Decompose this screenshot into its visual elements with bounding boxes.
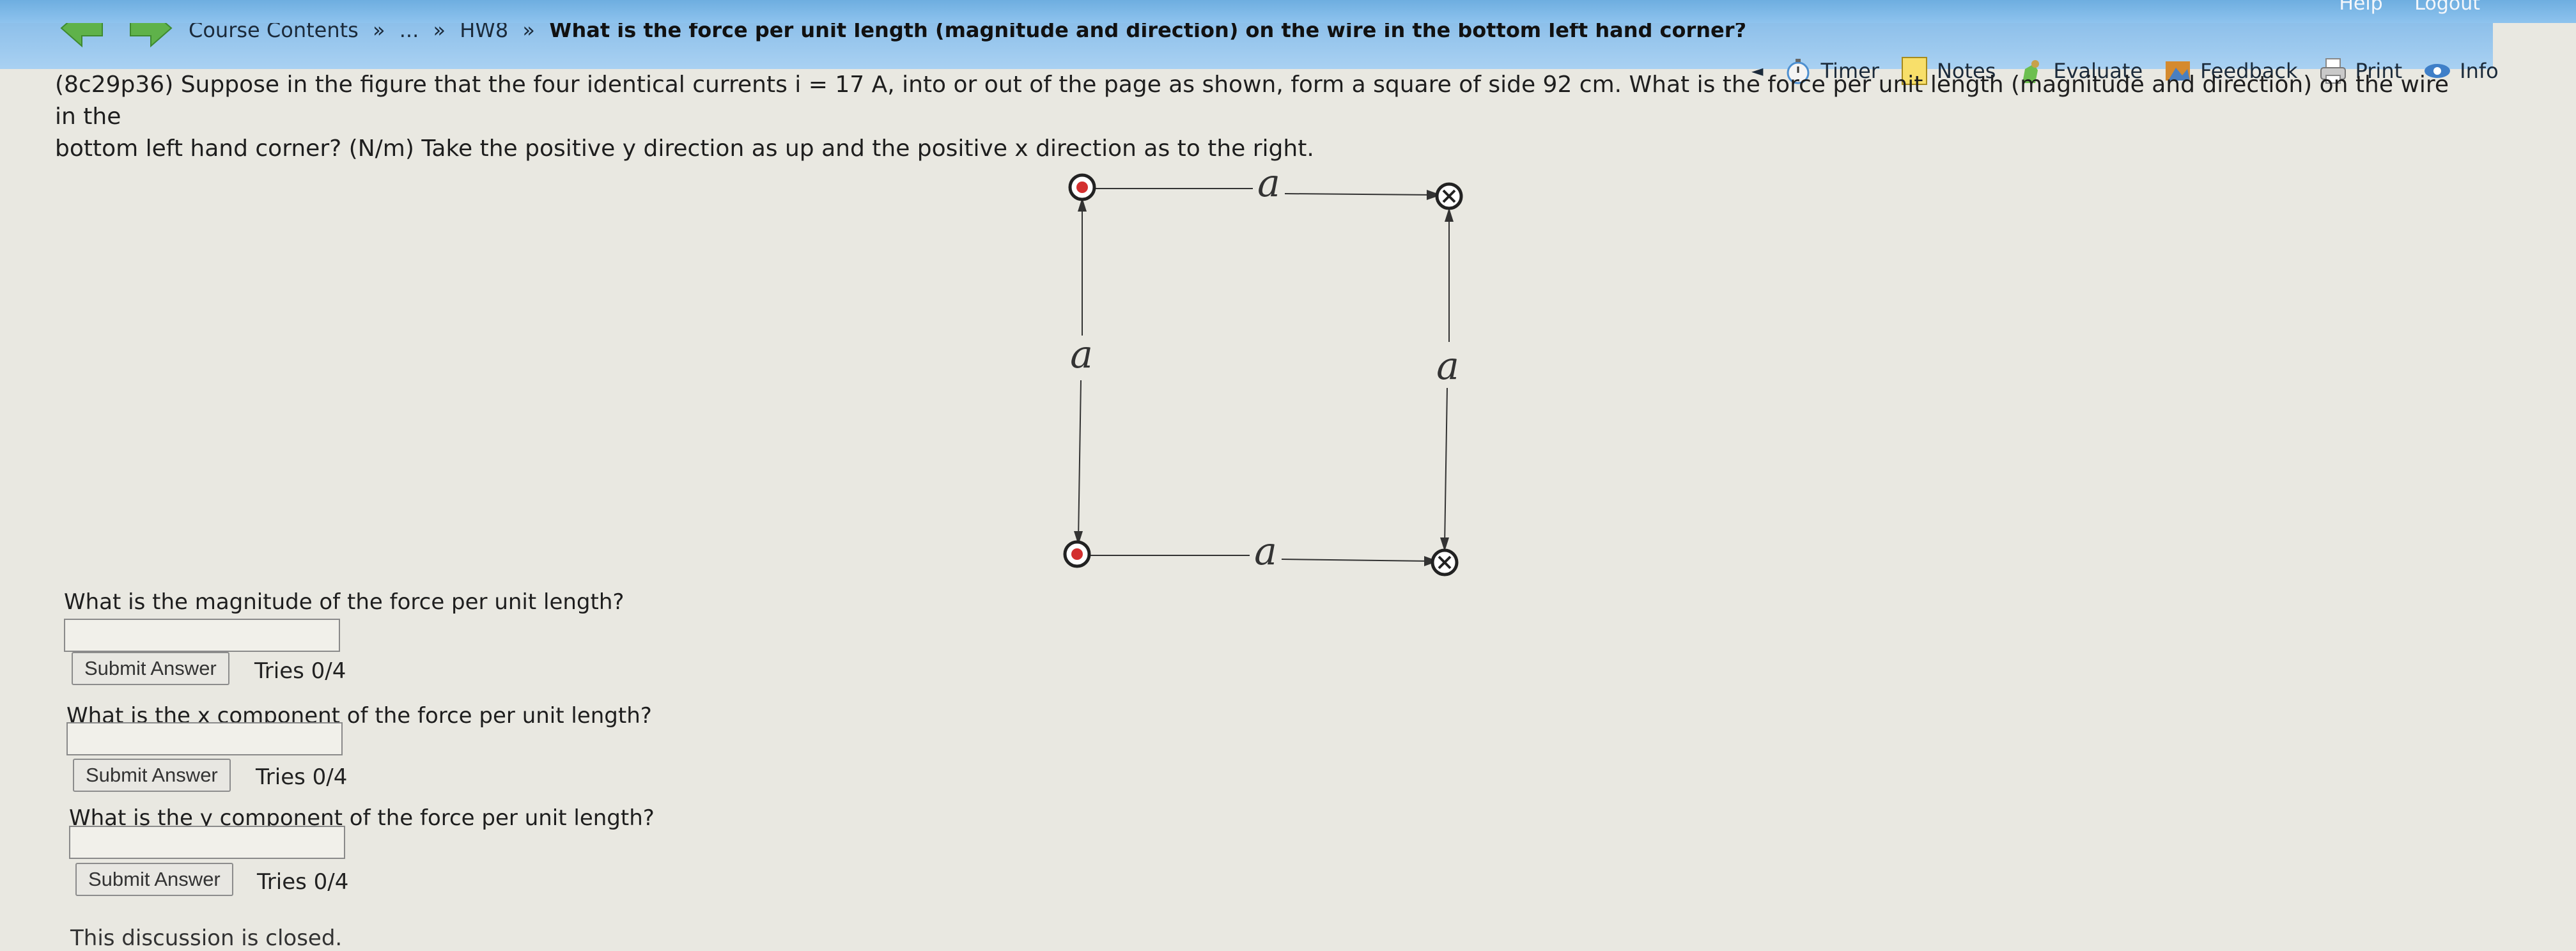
side-label-right: a bbox=[1436, 344, 1459, 389]
side-label-bottom: a bbox=[1254, 529, 1277, 574]
right-dimension-bottom-line bbox=[1444, 387, 1448, 547]
side-label-left: a bbox=[1070, 332, 1093, 377]
tries-counter-1: Tries 0/4 bbox=[254, 658, 346, 684]
x-component-answer-input[interactable] bbox=[66, 722, 343, 755]
help-link[interactable]: Help bbox=[2339, 0, 2382, 15]
wire-bottom-left-out-of-page-icon bbox=[1063, 540, 1091, 568]
top-header: Help Logout bbox=[0, 0, 2576, 23]
top-links: Help Logout bbox=[2313, 0, 2480, 15]
discussion-closed-text: This discussion is closed. bbox=[70, 925, 343, 951]
tries-counter-3: Tries 0/4 bbox=[257, 869, 349, 895]
side-label-top: a bbox=[1257, 163, 1280, 206]
magnitude-answer-input[interactable] bbox=[64, 619, 340, 652]
top-dimension-right-line bbox=[1284, 193, 1436, 196]
problem-line-2: bottom left hand corner? (N/m) Take the … bbox=[55, 135, 1314, 162]
y-component-answer-input[interactable] bbox=[69, 826, 345, 859]
square-wire-figure: a a a a bbox=[1063, 163, 1463, 576]
wire-top-left-out-of-page-icon bbox=[1068, 173, 1096, 201]
submit-answer-button-3[interactable]: Submit Answer bbox=[75, 863, 233, 896]
bottom-dimension-right-line bbox=[1281, 559, 1431, 562]
tries-counter-2: Tries 0/4 bbox=[256, 764, 348, 790]
question-magnitude-label: What is the magnitude of the force per u… bbox=[64, 589, 625, 615]
problem-line-1: (8c29p36) Suppose in the figure that the… bbox=[55, 72, 2449, 130]
info-label: Info bbox=[2460, 59, 2499, 83]
problem-statement: (8c29p36) Suppose in the figure that the… bbox=[55, 69, 2458, 165]
wire-bottom-right-into-page-icon bbox=[1431, 548, 1459, 576]
left-dimension-bottom-line bbox=[1078, 380, 1082, 541]
submit-answer-button-1[interactable]: Submit Answer bbox=[72, 652, 229, 685]
wire-top-right-into-page-icon bbox=[1435, 182, 1463, 210]
logout-link[interactable]: Logout bbox=[2414, 0, 2480, 15]
submit-answer-button-2[interactable]: Submit Answer bbox=[73, 759, 231, 792]
